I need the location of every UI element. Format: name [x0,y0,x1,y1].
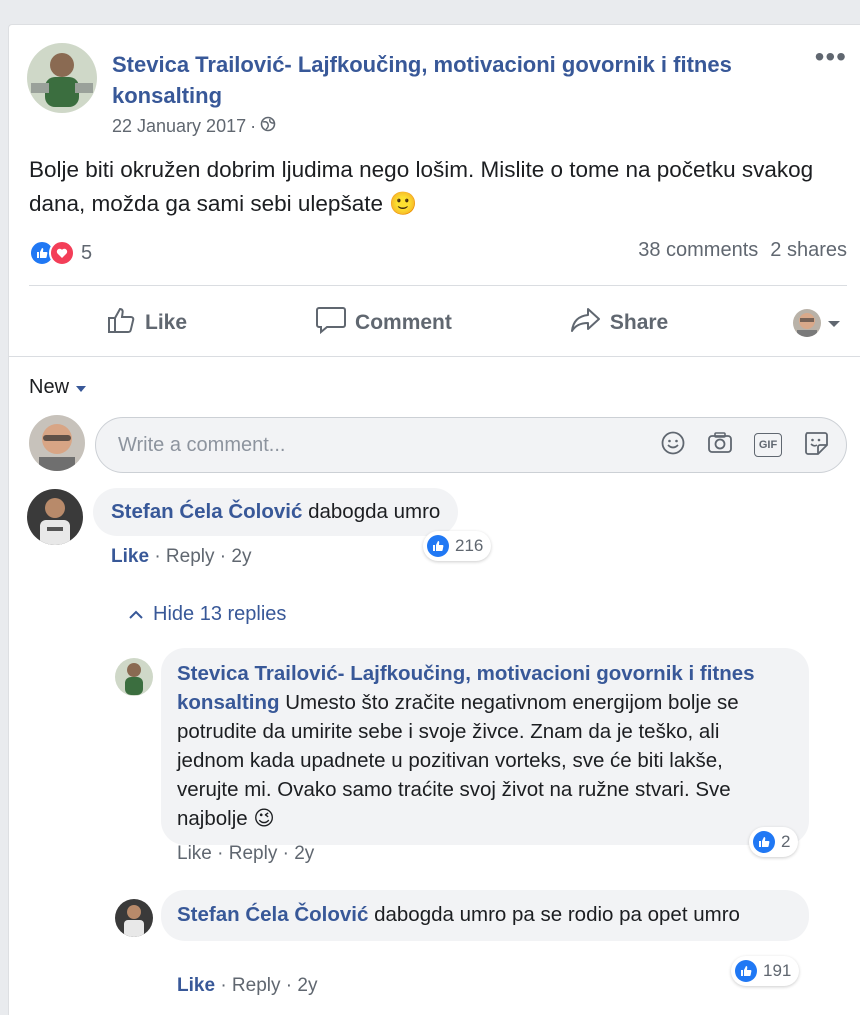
reply-author-avatar[interactable] [115,658,153,696]
comment-icon [315,305,347,341]
post-as-selector[interactable] [793,309,841,337]
post-author-name[interactable]: Stevica Trailović- Lajfkoučing, motivaci… [112,49,772,111]
comment-reaction-count: 216 [455,536,484,555]
comment-sort-dropdown[interactable]: New [29,376,87,399]
thumbs-up-icon [427,535,449,557]
chevron-down-icon [827,311,841,335]
reaction-summary[interactable]: 5 [29,240,92,266]
comments-count-link[interactable]: 38 comments [638,239,758,262]
comment-like-link[interactable]: Like [111,546,149,567]
reply-text: dabogda umro pa se rodio pa opet umro [374,903,740,926]
reply-reply-link[interactable]: Reply [229,843,278,864]
post-date[interactable]: 22 January 2017 [112,116,246,137]
reply-actions: Like · Reply · 2y [177,843,315,864]
comment-input[interactable] [116,432,600,458]
gif-icon[interactable]: GIF [754,433,782,457]
comment-text: dabogda umro [308,500,441,523]
reply-reaction-badge[interactable]: 2 [749,827,799,857]
share-button[interactable]: Share [570,306,668,340]
comment-actions: Like · Reply · 2y [111,546,252,567]
reply-like-link[interactable]: Like [177,975,215,996]
comment-author[interactable]: Stefan Ćela Čolović [111,500,302,523]
reply-actions: Like · Reply · 2y [177,975,318,996]
camera-icon[interactable] [706,430,734,461]
comment-bubble: Stefan Ćela Čolović dabogda umro [93,488,459,536]
comment-button-label: Comment [355,311,452,334]
reply-author[interactable]: Stefan Ćela Čolović [177,903,368,926]
like-button[interactable]: Like [107,306,187,340]
caret-down-icon [75,376,87,399]
comment-sort-label: New [29,376,70,398]
like-button-label: Like [145,311,188,334]
current-user-avatar[interactable] [29,415,85,471]
reply-reply-link[interactable]: Reply [232,975,281,996]
reply-author-avatar[interactable] [115,899,153,937]
reply-bubble: Stevica Trailović- Lajfkoučing, motivaci… [161,648,809,845]
share-button-label: Share [609,311,669,334]
reply-age[interactable]: 2y [294,843,314,864]
reaction-count: 5 [81,241,93,264]
post-action-bar: Like Comment Share [29,295,847,351]
reply-reaction-count: 191 [763,961,792,980]
meta-separator: · [250,116,257,136]
engagement-counts: 38 comments 2 shares [638,239,847,262]
comment-age[interactable]: 2y [231,546,251,567]
thumbs-up-icon [735,960,757,982]
comment-input-tools: GIF [660,429,830,462]
love-reaction-icon [49,240,75,266]
post-author-avatar[interactable] [27,43,97,113]
post-text: Bolje biti okružen dobrim ljudima nego l… [29,157,814,216]
hide-replies-label: Hide 13 replies [153,603,287,625]
post-meta: 22 January 2017 · [112,116,276,137]
comment-reply-link[interactable]: Reply [166,546,215,567]
chevron-up-icon [129,603,143,626]
current-user-mini-avatar [793,309,821,337]
sticker-icon[interactable] [802,429,830,462]
emoji-icon[interactable] [660,430,686,461]
post-card: Stevica Trailović- Lajfkoučing, motivaci… [8,24,860,1015]
shares-count-link[interactable]: 2 shares [770,239,847,262]
reply-age[interactable]: 2y [297,975,317,996]
reply-like-link[interactable]: Like [177,843,212,864]
divider-bottom [9,356,860,357]
share-icon [570,306,602,340]
comment-reaction-badge[interactable]: 216 [423,531,492,561]
commenter-avatar[interactable] [27,489,83,545]
thumbs-up-icon [107,306,137,340]
reply-reaction-badge[interactable]: 191 [731,956,800,986]
comment-button[interactable]: Comment [315,305,452,341]
divider-top [29,285,847,286]
reply-reaction-count: 2 [781,832,791,851]
thumbs-up-icon [753,831,775,853]
more-options-button[interactable]: ••• [815,41,847,73]
reply-bubble: Stefan Ćela Čolović dabogda umro pa se r… [161,890,809,941]
hide-replies-toggle[interactable]: Hide 13 replies [129,603,286,626]
globe-icon[interactable] [260,116,276,137]
comment-input-box: GIF [95,417,847,473]
